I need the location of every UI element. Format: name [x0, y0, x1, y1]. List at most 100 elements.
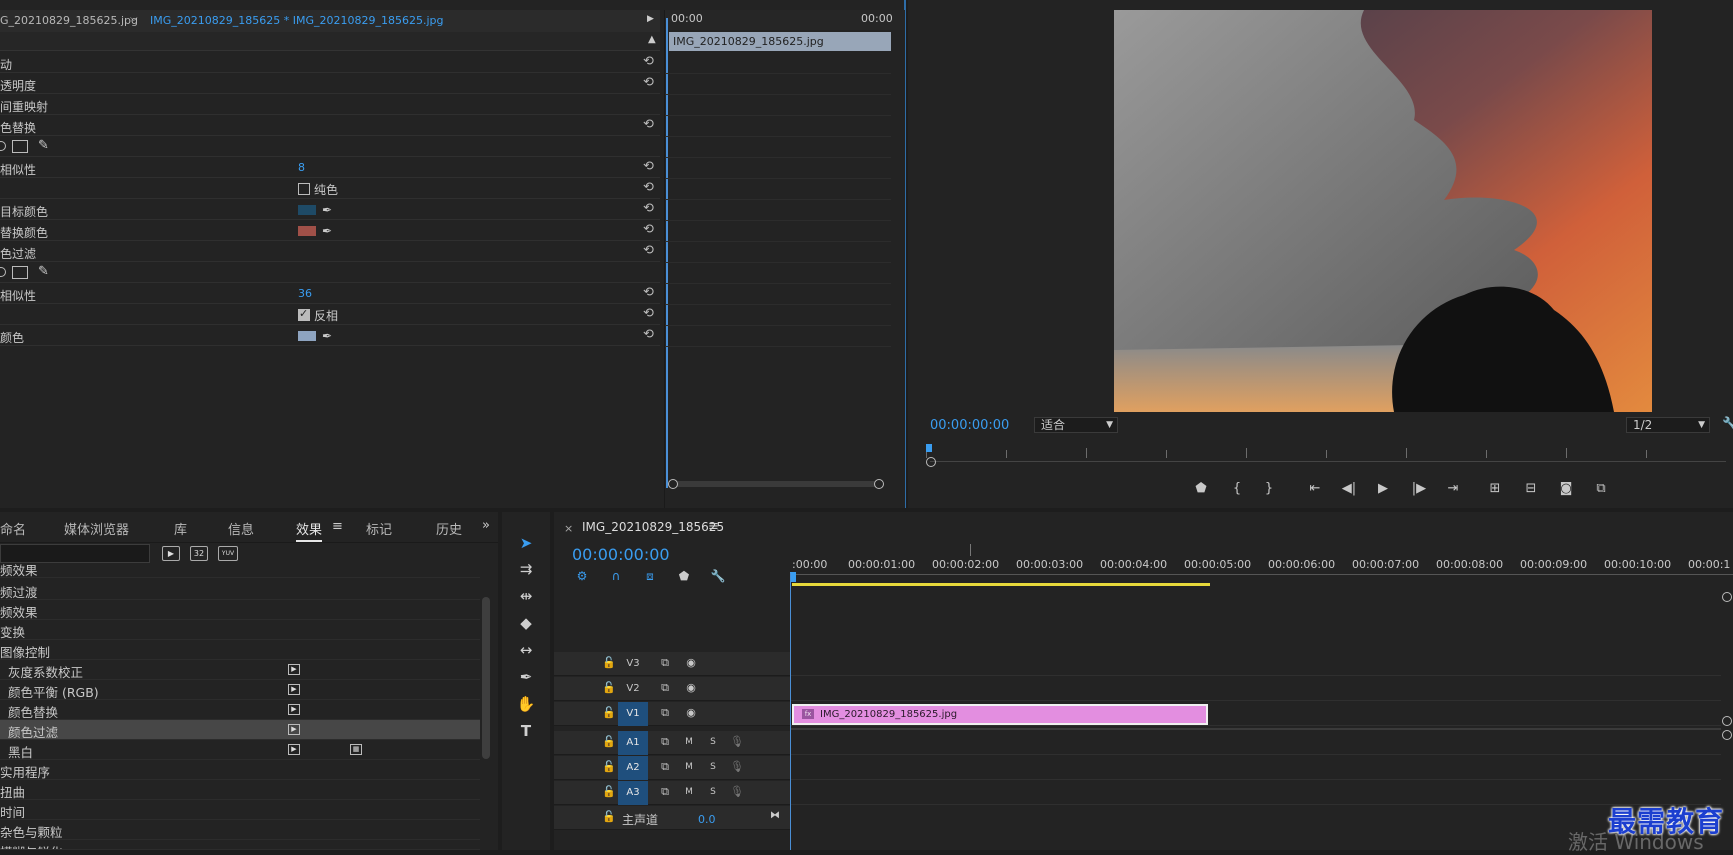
collapse-up-icon[interactable]: ▲ [648, 34, 656, 45]
track-area-v2[interactable] [791, 677, 1721, 701]
effects-tree-item[interactable]: 图像控制 [0, 640, 480, 660]
timeline-ruler[interactable]: :00:00 00:00:01:00 00:00:02:00 00:00:03:… [790, 544, 1733, 584]
program-timecode[interactable]: 00:00:00:00 [930, 418, 1009, 433]
effects-tree-item[interactable]: 杂色与颗粒 [0, 820, 480, 840]
replace-color-swatch[interactable] [298, 226, 316, 236]
hand-tool-icon[interactable]: ✋ [516, 694, 536, 714]
play-only-icon[interactable]: ▶ [647, 14, 654, 24]
solo-button[interactable]: S [706, 735, 720, 749]
master-volume-value[interactable]: 0.0 [698, 813, 716, 826]
mic-icon[interactable]: 🎙 [730, 760, 744, 774]
vertical-zoom-handle[interactable] [1722, 592, 1732, 602]
lock-icon[interactable]: 🔓 [602, 706, 616, 720]
effect-row-time-remap[interactable]: 间重映射 [0, 95, 660, 115]
linked-selection-icon[interactable]: ⧈ [642, 568, 658, 584]
tab-media-browser[interactable]: 媒体浏览器 [64, 519, 129, 538]
solid-color-checkbox[interactable] [298, 183, 310, 195]
lock-icon[interactable]: 🔓 [602, 656, 616, 670]
effect-row-similarity-2[interactable]: 相似性 36 ⟲ [0, 284, 660, 304]
reset-icon[interactable]: ⟲ [643, 286, 657, 300]
reset-icon[interactable]: ⟲ [643, 181, 657, 195]
effect-black-white[interactable]: 黑白 ▶ ▦ [0, 740, 480, 760]
mic-icon[interactable]: 🎙 [730, 735, 744, 749]
video-audio-divider[interactable] [791, 728, 1721, 730]
rect-mask-icon[interactable] [12, 140, 28, 153]
go-to-in-icon[interactable]: ⇤ [1306, 481, 1324, 497]
add-marker-icon[interactable]: ⬟ [1192, 481, 1210, 497]
effect-color-balance-rgb[interactable]: 颜色平衡 (RGB) ▶ [0, 680, 480, 700]
type-tool-icon[interactable]: T [516, 721, 536, 741]
sync-lock-icon[interactable]: ⧉ [658, 706, 672, 720]
mini-clip[interactable]: IMG_20210829_185625.jpg [669, 32, 891, 51]
step-forward-icon[interactable]: |▶ [1410, 481, 1428, 497]
track-area-a2[interactable] [791, 756, 1721, 780]
ripple-edit-tool-icon[interactable]: ⇹ [516, 586, 536, 606]
slip-tool-icon[interactable]: ↔ [516, 640, 536, 660]
tab-markers[interactable]: 标记 [366, 519, 392, 538]
sequence-tab[interactable]: IMG_20210829_185625 [582, 520, 724, 534]
sync-lock-icon[interactable]: ⧉ [658, 656, 672, 670]
effect-gamma-correction[interactable]: 灰度系数校正 ▶ [0, 660, 480, 680]
similarity-value[interactable]: 36 [298, 287, 312, 300]
solo-button[interactable]: S [706, 785, 720, 799]
lock-icon[interactable]: 🔓 [602, 760, 616, 774]
effect-row-color-filter[interactable]: 色过滤 ⟲ [0, 242, 660, 262]
compare-view-icon[interactable]: ⧉ [1592, 481, 1610, 497]
filter-color-swatch[interactable] [298, 331, 316, 341]
selection-tool-icon[interactable]: ➤ [516, 533, 536, 553]
tab-effects[interactable]: 效果 [296, 519, 323, 542]
mic-icon[interactable]: 🎙 [730, 785, 744, 799]
mini-playhead[interactable] [666, 18, 668, 488]
effects-tree-item[interactable]: 时间 [0, 800, 480, 820]
play-icon[interactable]: ▶ [1374, 481, 1392, 497]
vertical-zoom-handle[interactable] [1722, 730, 1732, 740]
snap-icon[interactable]: ∩ [608, 568, 624, 584]
effect-controls-timeline[interactable]: 00:00 00:00 IMG_20210829_185625.jpg [664, 10, 905, 508]
effects-tree-item[interactable]: 实用程序 [0, 760, 480, 780]
sync-lock-icon[interactable]: ⧉ [658, 785, 672, 799]
accelerated-effects-icon[interactable]: ▶ [162, 546, 180, 561]
work-area-bar[interactable] [792, 583, 1210, 586]
effects-tree-item[interactable]: 频过渡 [0, 580, 480, 600]
effect-row-similarity-1[interactable]: 相似性 8 ⟲ [0, 158, 660, 178]
reset-icon[interactable]: ⟲ [643, 76, 657, 90]
panel-menu-icon[interactable]: ≡ [332, 519, 343, 534]
go-to-out-icon[interactable]: ⇥ [1444, 481, 1462, 497]
chevron-down-icon[interactable]: ⌵ [130, 13, 138, 24]
program-playhead[interactable] [926, 444, 932, 452]
lock-icon[interactable]: 🔓 [602, 681, 616, 695]
track-area-a3[interactable] [791, 781, 1721, 805]
reset-icon[interactable]: ⟲ [643, 160, 657, 174]
mark-in-icon[interactable]: { [1228, 481, 1246, 497]
resolution-dropdown[interactable]: 1/2 ▼ [1626, 417, 1710, 433]
reset-icon[interactable]: ⟲ [643, 202, 657, 216]
sync-lock-icon[interactable]: ⧉ [658, 735, 672, 749]
pen-mask-icon[interactable]: ✎ [38, 138, 49, 153]
pen-mask-icon[interactable]: ✎ [38, 264, 49, 279]
effect-color-replace[interactable]: 颜色替换 ▶ [0, 700, 480, 720]
ellipse-mask-icon[interactable] [0, 267, 6, 277]
timeline-clip-v1[interactable]: fx IMG_20210829_185625.jpg [792, 704, 1208, 725]
effect-color-filter[interactable]: 颜色过滤 ▶ [0, 720, 480, 740]
master-go-to-icon[interactable]: ⧓ [770, 810, 780, 821]
eyedropper-icon[interactable]: ✒ [322, 224, 336, 238]
tab-info[interactable]: 信息 [228, 519, 254, 538]
effects-tree-item[interactable]: 频效果 [0, 600, 480, 620]
sync-lock-icon[interactable]: ⧉ [658, 681, 672, 695]
effect-row-opacity[interactable]: 透明度 ⟲ [0, 74, 660, 94]
extract-icon[interactable]: ⊟ [1522, 481, 1540, 497]
nest-sequence-icon[interactable]: ⚙ [574, 568, 590, 584]
tab-source-clip[interactable]: G_20210829_185625.jpg [0, 14, 138, 27]
timeline-settings-icon[interactable]: 🔧 [710, 568, 726, 584]
effect-row-color-replace[interactable]: 色替换 ⟲ [0, 116, 660, 136]
mute-button[interactable]: M [682, 735, 696, 749]
eyedropper-icon[interactable]: ✒ [322, 329, 336, 343]
pen-tool-icon[interactable]: ✒ [516, 667, 536, 687]
lift-icon[interactable]: ⊞ [1486, 481, 1504, 497]
reset-icon[interactable]: ⟲ [643, 328, 657, 342]
eye-icon[interactable]: ◉ [684, 706, 698, 720]
export-frame-icon[interactable]: ◙ [1557, 481, 1575, 497]
effects-tree-item[interactable]: 扭曲 [0, 780, 480, 800]
track-area-v3[interactable] [791, 652, 1721, 676]
yuv-effects-icon[interactable]: YUV [218, 546, 238, 561]
